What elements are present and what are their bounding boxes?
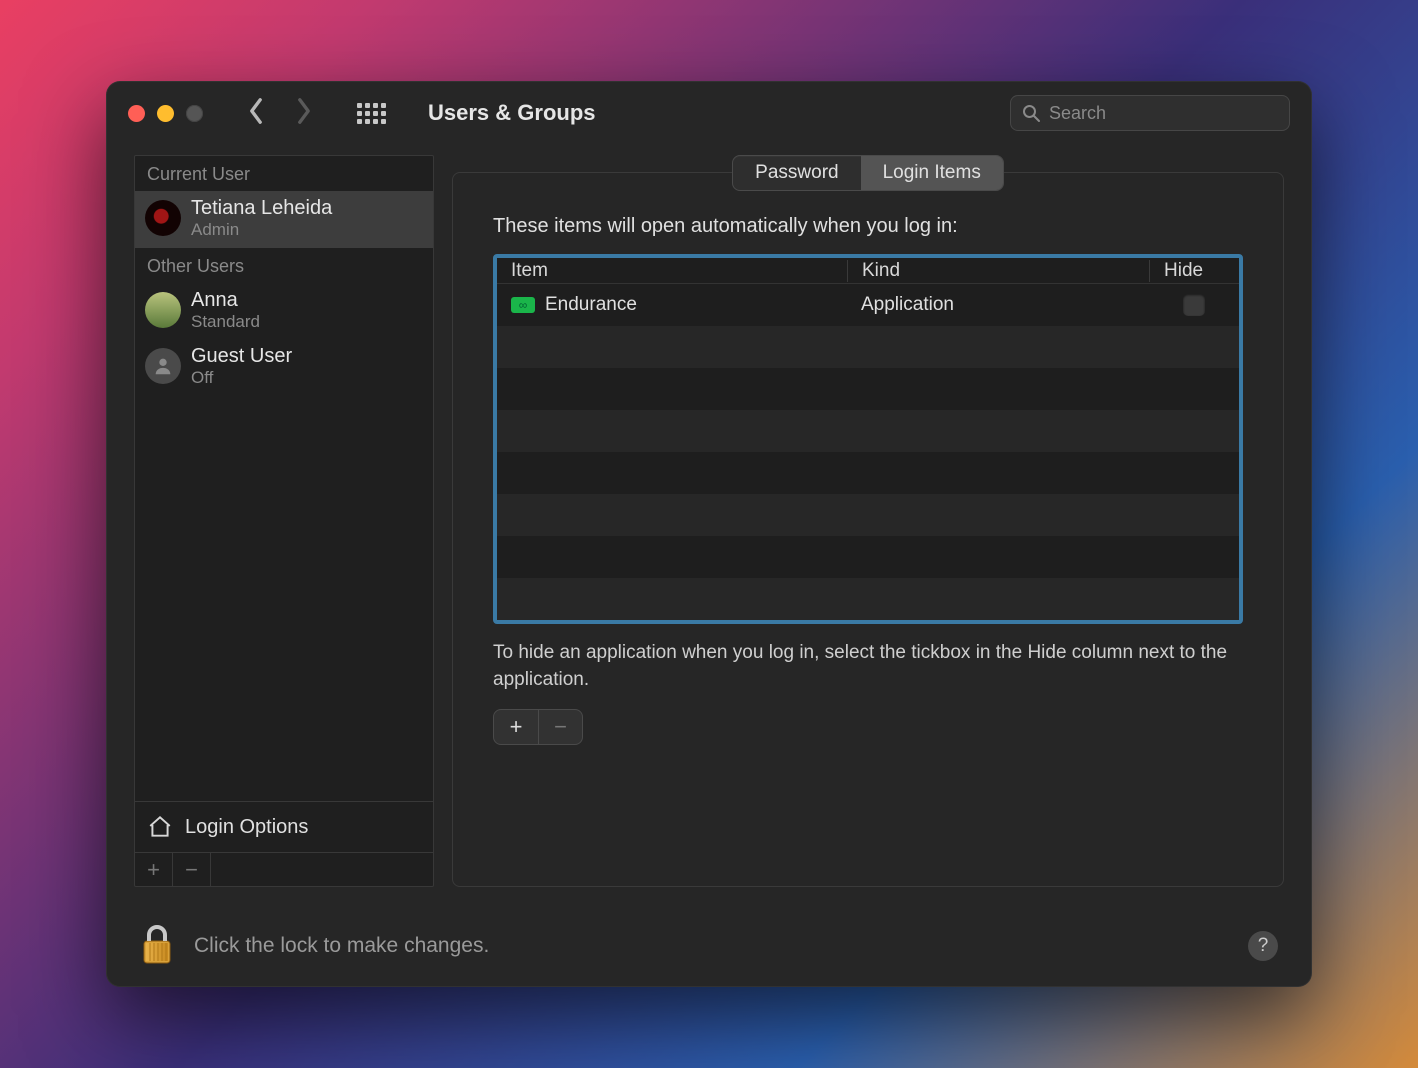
table-row[interactable]: ∞ Endurance Application: [497, 284, 1239, 326]
login-items-panel: These items will open automatically when…: [452, 172, 1284, 887]
search-icon: [1021, 103, 1041, 123]
user-add-remove: + −: [135, 852, 433, 886]
user-role: Standard: [191, 312, 260, 332]
item-name: Endurance: [545, 294, 637, 316]
tab-bar: Password Login Items: [452, 155, 1284, 191]
table-body: ∞ Endurance Application: [497, 284, 1239, 620]
col-item[interactable]: Item: [497, 260, 847, 282]
sidebar-user-item[interactable]: Anna Standard: [135, 283, 433, 340]
user-role: Off: [191, 368, 292, 388]
tab-login-items[interactable]: Login Items: [861, 156, 1003, 190]
lock-hint: Click the lock to make changes.: [194, 934, 489, 958]
users-sidebar: Current User Tetiana Leheida Admin Other…: [134, 155, 434, 887]
add-login-item-button[interactable]: +: [494, 710, 538, 744]
sidebar-section-other: Other Users: [135, 248, 433, 283]
login-item-add-remove: + −: [493, 709, 583, 745]
forward-button[interactable]: [295, 97, 313, 130]
user-role: Admin: [191, 220, 332, 240]
search-input[interactable]: [1049, 103, 1279, 124]
preferences-window: Users & Groups Current User Tetiana Lehe…: [106, 81, 1312, 987]
footer: Click the lock to make changes. ?: [106, 905, 1312, 987]
table-row: [497, 494, 1239, 536]
table-row: [497, 452, 1239, 494]
minimize-window-button[interactable]: [157, 105, 174, 122]
titlebar: Users & Groups: [106, 81, 1312, 145]
remove-user-button[interactable]: −: [173, 853, 211, 886]
person-icon: [152, 355, 174, 377]
main-panel: Password Login Items These items will op…: [452, 155, 1284, 887]
search-field[interactable]: [1010, 95, 1290, 131]
help-button[interactable]: ?: [1248, 931, 1278, 961]
user-name: Tetiana Leheida: [191, 197, 332, 220]
table-row: [497, 410, 1239, 452]
house-icon: [147, 814, 173, 840]
nav-arrows: [247, 97, 313, 130]
app-icon: ∞: [511, 297, 535, 313]
tab-password[interactable]: Password: [733, 156, 860, 190]
col-kind[interactable]: Kind: [847, 260, 1149, 282]
avatar: [145, 292, 181, 328]
window-controls: [128, 105, 203, 122]
hide-checkbox[interactable]: [1183, 294, 1205, 316]
sidebar-user-current[interactable]: Tetiana Leheida Admin: [135, 191, 433, 248]
lock-icon[interactable]: [140, 923, 174, 970]
avatar: [145, 200, 181, 236]
add-user-button[interactable]: +: [135, 853, 173, 886]
item-kind: Application: [847, 294, 1149, 316]
table-row: [497, 536, 1239, 578]
user-name: Anna: [191, 289, 260, 312]
login-options-label: Login Options: [185, 816, 308, 839]
panel-hint: To hide an application when you log in, …: [493, 640, 1243, 693]
col-hide[interactable]: Hide: [1149, 260, 1239, 282]
login-items-table[interactable]: Item Kind Hide ∞ Endurance Application: [493, 254, 1243, 624]
sidebar-section-current: Current User: [135, 156, 433, 191]
table-row: [497, 326, 1239, 368]
avatar: [145, 348, 181, 384]
table-header: Item Kind Hide: [497, 258, 1239, 284]
close-window-button[interactable]: [128, 105, 145, 122]
sidebar-user-item[interactable]: Guest User Off: [135, 339, 433, 396]
table-row: [497, 368, 1239, 410]
zoom-window-button[interactable]: [186, 105, 203, 122]
back-button[interactable]: [247, 97, 265, 130]
table-row: [497, 578, 1239, 620]
show-all-icon[interactable]: [357, 103, 386, 124]
panel-intro: These items will open automatically when…: [493, 215, 1243, 238]
user-name: Guest User: [191, 345, 292, 368]
login-options-button[interactable]: Login Options: [135, 801, 433, 852]
remove-login-item-button[interactable]: −: [538, 710, 582, 744]
window-title: Users & Groups: [428, 100, 596, 126]
